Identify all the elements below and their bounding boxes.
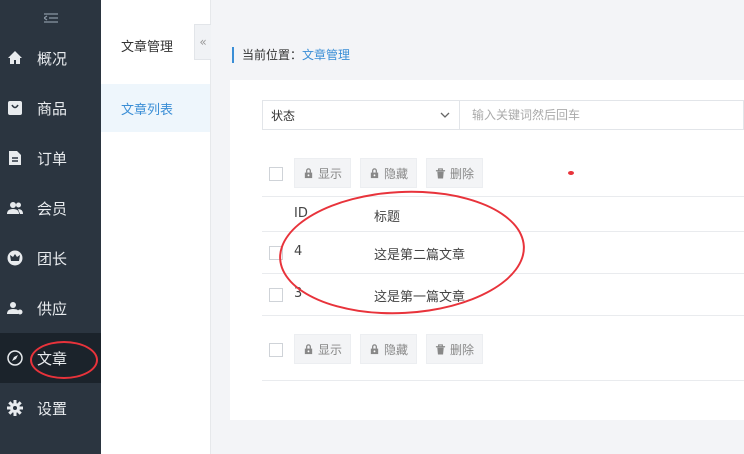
sidebar-item-label: 文章 [37, 349, 68, 368]
home-icon [7, 50, 23, 66]
double-chevron-left-icon: « [199, 35, 207, 49]
table-divider [262, 273, 744, 274]
table-divider [262, 315, 744, 316]
trash-icon [435, 167, 446, 179]
delete-button-label: 删除 [450, 166, 475, 181]
sidebar-item-members[interactable]: 会员 [0, 183, 101, 233]
unlock-icon [304, 167, 313, 178]
keyword-search-input[interactable] [460, 100, 744, 130]
sidebar-item-orders[interactable]: 订单 [0, 133, 101, 183]
hide-button[interactable]: 隐藏 [360, 158, 418, 188]
bag-icon [7, 100, 23, 116]
show-button-label: 显示 [318, 342, 343, 357]
show-button-bottom[interactable]: 显示 [294, 334, 352, 364]
table-divider [262, 380, 744, 381]
breadcrumb: 当前位置：文章管理 [232, 47, 350, 63]
table-header-title: 标题 [374, 210, 401, 225]
sidebar-item-label: 商品 [37, 99, 68, 118]
table-divider [262, 196, 744, 197]
sidebar-item-leaders[interactable]: 团长 [0, 233, 101, 283]
hide-button-bottom[interactable]: 隐藏 [360, 334, 418, 364]
status-select-value: 状态 [271, 108, 296, 123]
sidebar-item-label: 订单 [37, 149, 68, 168]
delete-button-bottom[interactable]: 删除 [426, 334, 484, 364]
document-icon [7, 150, 23, 166]
supplier-icon [7, 300, 23, 316]
sidebar-item-label: 供应 [37, 299, 68, 318]
status-select[interactable]: 状态 [262, 100, 460, 130]
row-id: 4 [294, 244, 303, 259]
hide-button-label: 隐藏 [384, 342, 409, 357]
sidebar-item-label: 概况 [37, 49, 68, 68]
show-button[interactable]: 显示 [294, 158, 352, 188]
sidebar-item-products[interactable]: 商品 [0, 83, 101, 133]
row-checkbox[interactable] [269, 288, 283, 302]
delete-button-label: 删除 [450, 342, 475, 357]
sidebar-item-label: 会员 [37, 199, 68, 218]
lock-icon [370, 343, 379, 354]
gear-icon [7, 400, 23, 416]
subnav-item-label: 文章列表 [121, 102, 174, 118]
row-title[interactable]: 这是第一篇文章 [374, 286, 465, 305]
users-icon [7, 200, 23, 216]
row-title[interactable]: 这是第二篇文章 [374, 244, 465, 263]
collapse-subnav-button[interactable]: « [194, 24, 211, 60]
sidebar-item-label: 设置 [37, 399, 68, 418]
table-divider [262, 231, 744, 232]
content-panel [230, 80, 744, 420]
table-header-id: ID [294, 206, 308, 221]
breadcrumb-prefix: 当前位置： [242, 48, 303, 62]
breadcrumb-current-link[interactable]: 文章管理 [302, 48, 350, 62]
show-button-label: 显示 [318, 166, 343, 181]
subnav-item-article-list[interactable]: 文章列表 [101, 84, 210, 132]
sidebar-item-settings[interactable]: 设置 [0, 383, 101, 433]
sidebar-toggle-icon[interactable] [0, 0, 101, 36]
unlock-icon [304, 343, 313, 354]
annotation-dot [568, 171, 574, 175]
sidebar: 概况 商品 订单 会员 团长 供应 文章 设置 [0, 0, 101, 454]
row-checkbox[interactable] [269, 246, 283, 260]
sidebar-item-supply[interactable]: 供应 [0, 283, 101, 333]
sidebar-item-overview[interactable]: 概况 [0, 33, 101, 83]
crown-icon [7, 250, 23, 266]
compass-icon [7, 350, 23, 366]
subnav-title: 文章管理 [121, 40, 174, 55]
sidebar-item-label: 团长 [37, 249, 68, 268]
chevron-down-icon [439, 109, 451, 124]
select-all-checkbox-bottom[interactable] [269, 343, 283, 357]
sidebar-item-articles[interactable]: 文章 [0, 333, 101, 383]
lock-icon [370, 167, 379, 178]
select-all-checkbox[interactable] [269, 167, 283, 181]
row-id: 3 [294, 286, 303, 301]
trash-icon [435, 343, 446, 355]
hide-button-label: 隐藏 [384, 166, 409, 181]
delete-button[interactable]: 删除 [426, 158, 484, 188]
sub-navigation: 文章管理 文章列表 [101, 0, 211, 454]
